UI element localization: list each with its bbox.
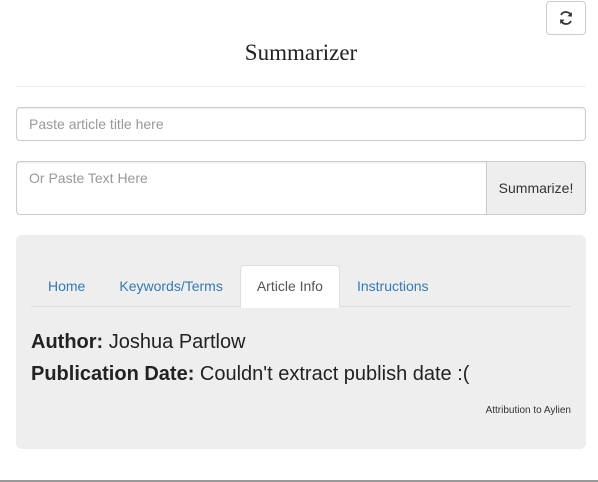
publication-date-line: Publication Date: Couldn't extract publi… (31, 363, 469, 386)
attribution-text: Attribution to Aylien (485, 405, 571, 416)
article-text-input[interactable] (16, 161, 486, 215)
author-value: Joshua Partlow (108, 331, 246, 353)
summarize-button[interactable]: Summarize! (486, 161, 586, 215)
page-title: Summarizer (244, 40, 358, 65)
header-divider (16, 86, 586, 87)
article-title-input[interactable] (16, 107, 586, 141)
publication-date-value: Couldn't extract publish date :( (199, 363, 470, 385)
text-input-group: Summarize! (16, 161, 586, 215)
publication-date-label: Publication Date: (31, 363, 195, 385)
refresh-icon (560, 11, 572, 25)
tab-instructions[interactable]: Instructions (340, 265, 446, 307)
result-panel: Home Keywords/Terms Article Info Instruc… (16, 235, 586, 449)
refresh-button[interactable] (546, 1, 586, 35)
tab-home[interactable]: Home (31, 265, 102, 307)
tab-bar: Home Keywords/Terms Article Info Instruc… (31, 265, 571, 308)
author-line: Author: Joshua Partlow (31, 331, 246, 354)
tab-article-info[interactable]: Article Info (239, 265, 340, 308)
tab-keywords-terms[interactable]: Keywords/Terms (102, 265, 239, 307)
author-label: Author: (31, 331, 104, 353)
